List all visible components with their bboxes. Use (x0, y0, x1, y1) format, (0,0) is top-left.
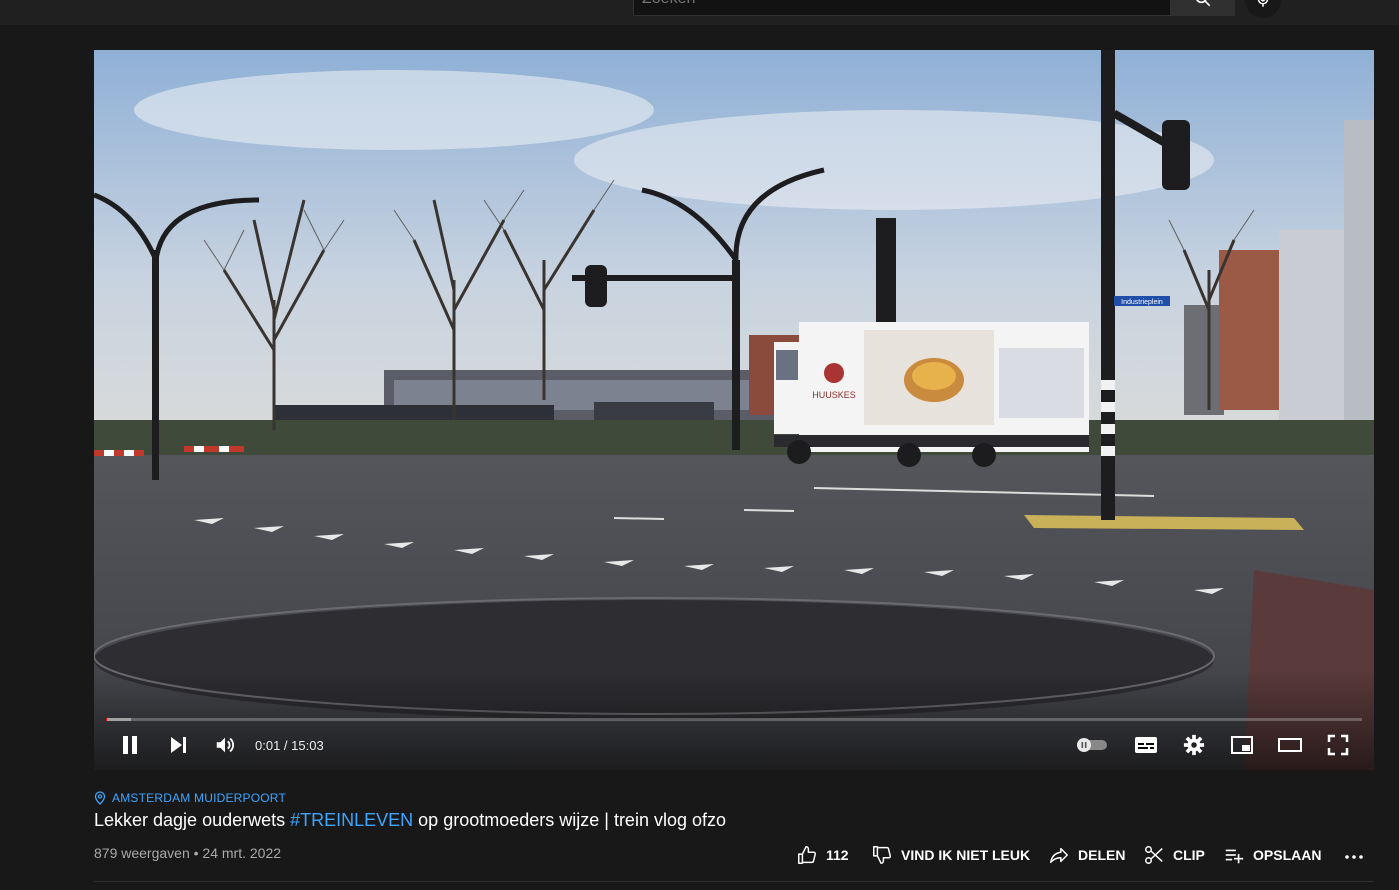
fullscreen-icon (1327, 734, 1349, 756)
volume-button[interactable] (210, 730, 240, 760)
dislike-button[interactable]: VIND IK NIET LEUK (871, 843, 1030, 867)
thumbs-up-icon (798, 846, 817, 864)
thumbs-down-icon (873, 846, 892, 864)
miniplayer-button[interactable] (1228, 730, 1256, 760)
microphone-icon (1257, 0, 1269, 7)
more-horizontal-icon (1345, 855, 1363, 859)
clip-label: CLIP (1173, 847, 1205, 863)
gear-icon (1183, 734, 1205, 756)
share-label: DELEN (1078, 847, 1126, 863)
theater-mode-button[interactable] (1276, 730, 1304, 760)
video-meta: 879 weergaven • 24 mrt. 2022 (94, 845, 282, 861)
title-text-end: op grootmoeders wijze | trein vlog ofzo (413, 810, 727, 830)
progress-played (106, 718, 108, 721)
pause-icon (123, 736, 137, 754)
search-box[interactable] (633, 0, 1171, 16)
fullscreen-button[interactable] (1324, 730, 1352, 760)
voice-search-button[interactable] (1245, 0, 1281, 18)
save-label: OPSLAAN (1253, 847, 1322, 863)
autoplay-toggle[interactable] (1074, 730, 1110, 760)
location-pin-icon (94, 791, 106, 805)
street-sign-text: Industrieplein (1121, 299, 1163, 306)
save-button[interactable]: OPSLAAN (1223, 843, 1321, 867)
time-current: 0:01 (255, 738, 281, 753)
pause-button[interactable] (116, 730, 144, 760)
time-separator: / (280, 738, 292, 753)
title-text-start: Lekker dagje ouderwets (94, 810, 291, 830)
video-player[interactable]: HUUSKES Industrieplein 0:01 / 15:03 (94, 50, 1374, 770)
miniplayer-icon (1231, 736, 1253, 754)
location-label: AMSTERDAM MUIDERPOORT (112, 791, 286, 805)
settings-button[interactable] (1180, 730, 1208, 760)
progress-bar[interactable] (106, 718, 1362, 721)
like-count: 112 (826, 847, 849, 863)
skip-next-icon (171, 737, 186, 753)
share-button[interactable]: DELEN (1048, 843, 1125, 867)
time-display: 0:01 / 15:03 (255, 738, 324, 753)
share-icon (1050, 847, 1068, 864)
search-icon (1196, 0, 1211, 7)
next-button[interactable] (164, 730, 192, 760)
divider (94, 881, 1374, 882)
video-frame: HUUSKES Industrieplein (94, 50, 1374, 770)
search-input[interactable] (634, 0, 1170, 15)
autoplay-toggle-icon (1077, 738, 1107, 752)
more-actions-button[interactable] (1342, 843, 1366, 867)
progress-buffer (106, 718, 132, 721)
subtitles-button[interactable] (1132, 730, 1160, 760)
like-button[interactable]: 112 (796, 843, 849, 867)
clip-button[interactable]: CLIP (1143, 843, 1205, 867)
scissors-icon (1145, 846, 1163, 864)
truck-logo-text: HUUSKES (812, 390, 856, 400)
search-button[interactable] (1171, 0, 1235, 16)
subtitles-icon (1135, 737, 1157, 753)
time-total: 15:03 (291, 738, 324, 753)
masthead (0, 0, 1399, 25)
theater-mode-icon (1278, 738, 1302, 752)
location-link[interactable]: AMSTERDAM MUIDERPOORT (94, 791, 286, 805)
hashtag-link[interactable]: #TREINLEVEN (290, 810, 413, 830)
volume-icon (216, 737, 234, 753)
video-title: Lekker dagje ouderwets #TREINLEVEN op gr… (94, 810, 726, 831)
dislike-label: VIND IK NIET LEUK (901, 847, 1031, 863)
playlist-add-icon (1225, 849, 1244, 864)
